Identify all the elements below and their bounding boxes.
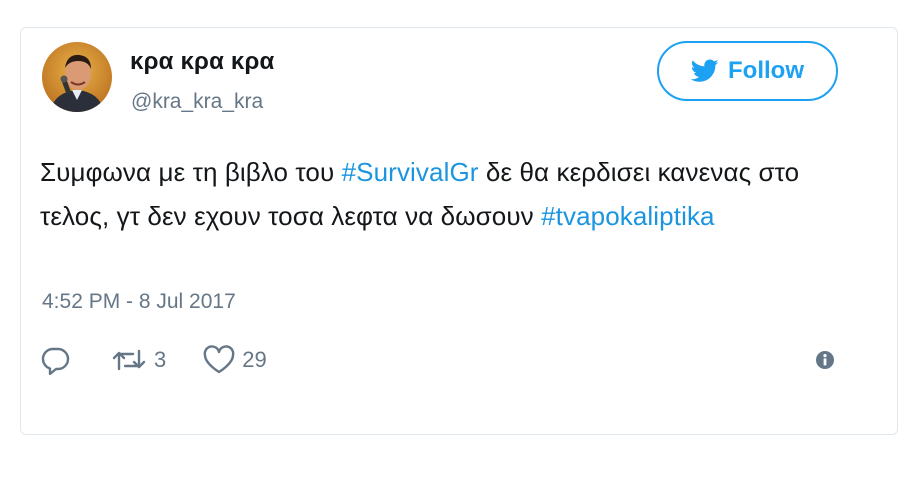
reply-icon [40,345,70,375]
retweet-count: 3 [154,347,167,372]
avatar[interactable] [42,42,112,112]
retweet-icon [110,345,148,375]
like-count: 29 [242,347,267,372]
twitter-bird-icon [691,59,719,83]
like-button[interactable]: 29 [202,345,267,375]
retweet-button[interactable]: 3 [110,345,166,375]
tweet-text: Συμφωνα με τη βιβλο του #SurvivalGr δε θ… [40,150,800,238]
reply-button[interactable] [40,345,70,375]
tweet-actions: 3 29 [40,340,267,380]
follow-label: Follow [728,57,804,84]
display-name[interactable]: κρα κρα κρα [130,48,275,76]
heart-icon [202,345,236,375]
info-icon[interactable] [815,350,835,370]
tweet-text-part: Συμφωνα με τη βιβλο του [40,157,342,187]
hashtag-link[interactable]: #tvapokaliptika [541,201,715,231]
tweet-timestamp[interactable]: 4:52 PM - 8 Jul 2017 [42,290,236,314]
hashtag-link[interactable]: #SurvivalGr [342,157,479,187]
user-handle[interactable]: @kra_kra_kra [131,90,263,114]
follow-button[interactable]: Follow [657,41,838,101]
